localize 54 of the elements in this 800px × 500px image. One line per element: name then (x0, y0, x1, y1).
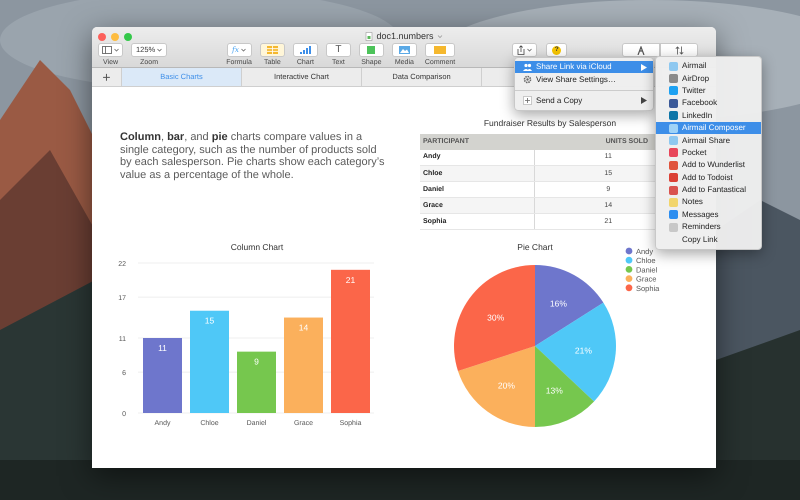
data-label: 14 (298, 322, 308, 333)
slice-label: 30% (487, 312, 504, 322)
caret-icon (241, 48, 246, 52)
menu-item[interactable]: AirDrop (656, 72, 761, 85)
close-button[interactable] (98, 32, 106, 41)
table-button[interactable] (260, 43, 285, 57)
square-icon (367, 46, 376, 54)
table-icon (266, 46, 278, 54)
text-glyph: T (335, 45, 342, 55)
menu-item[interactable]: View Share Settings… (515, 73, 653, 86)
chevron-icon (436, 34, 443, 40)
minimize-button[interactable] (111, 32, 119, 41)
share-icon (517, 45, 526, 55)
slice-label: 13% (546, 386, 563, 396)
shape-button[interactable] (358, 43, 384, 57)
text-button[interactable]: T (326, 43, 351, 57)
data-label: 9 (254, 356, 259, 367)
sidebar-icon (102, 46, 112, 54)
comment-icon (434, 46, 446, 54)
table-title: Fundraiser Results by Salesperson (482, 117, 618, 130)
gear-icon (523, 75, 532, 84)
caret-icon (114, 48, 119, 52)
comment-button[interactable] (425, 43, 456, 57)
data-label: 11 (158, 343, 167, 353)
slice-label: 16% (550, 298, 567, 308)
menu-item[interactable]: LinkedIn (656, 110, 761, 122)
people-icon (523, 63, 532, 72)
chart-title: Column Chart (230, 242, 284, 252)
data-label: 21 (346, 274, 356, 285)
bar-chart-icon (300, 46, 311, 54)
organize-button[interactable] (660, 43, 698, 57)
menu-item[interactable]: Twitter (656, 84, 761, 98)
caret-icon (157, 48, 162, 52)
slice-label: 21% (574, 346, 592, 356)
menu-item[interactable]: Airmail (656, 60, 761, 72)
media-button[interactable] (392, 43, 417, 57)
plus-icon (523, 96, 532, 106)
image-icon (398, 46, 410, 54)
caret-icon (527, 48, 532, 52)
menu-item[interactable]: Facebook (656, 97, 761, 110)
menu-item[interactable]: Send a Copy (515, 94, 653, 108)
zoom-button[interactable] (124, 32, 132, 41)
chart-title: Pie Chart (517, 242, 553, 252)
menu-item[interactable]: Copy Link (656, 233, 761, 246)
sort-icon (674, 46, 684, 54)
document-icon (365, 32, 374, 42)
view-button[interactable] (98, 43, 123, 57)
intro-paragraph: Column, bar, and pie charts compare values in a single category, such as the number of products sold by each salesperson. Pie charts show each category’s value as a percentage of the whole. (119, 130, 386, 182)
chart-button[interactable] (292, 43, 318, 57)
window-title: doc1.numbers (376, 30, 434, 43)
slice-label: 20% (498, 380, 515, 390)
data-label: 15 (204, 316, 214, 326)
share-button[interactable] (512, 43, 538, 57)
format-button[interactable] (622, 43, 660, 57)
